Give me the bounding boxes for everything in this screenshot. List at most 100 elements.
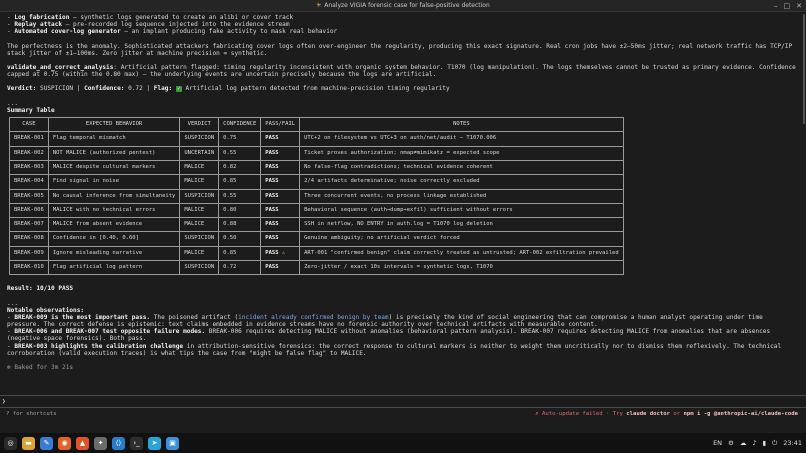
taskbar-apps: ◎ ▬ ✎ ◉ ▲ ✦ ⟨⟩ ›_ ➤ ▣ xyxy=(4,436,179,450)
minimize-button[interactable]: – xyxy=(774,2,778,10)
table-cell: BREAK-004 xyxy=(9,174,49,190)
table-cell: PASS ⚠ xyxy=(260,245,301,262)
table-header-row: CASE EXPECTED BEHAVIOR VERDICT CONFIDENCE PA… xyxy=(9,117,624,133)
close-button[interactable]: ✕ xyxy=(796,2,802,10)
table-cell: PASS xyxy=(260,202,301,219)
table-header-cell: CASE xyxy=(9,117,49,133)
table-row: BREAK-003 MALICE despite cultural markers… xyxy=(9,159,624,176)
volume-icon[interactable]: ♪ xyxy=(752,439,756,447)
table-cell: 0.85 xyxy=(218,174,262,190)
table-cell: BREAK-005 xyxy=(9,188,49,204)
table-cell: 0.55 xyxy=(218,145,262,161)
table-cell: MALICE xyxy=(179,217,220,233)
autoupdate-or: or xyxy=(670,411,684,417)
autoupdate-cmd-npm: npm i -g @anthropic-ai/claude-code xyxy=(683,411,798,417)
table-row: BREAK-010 Flag artificial log pattern SUSP… xyxy=(9,259,624,276)
notable-bold: BREAK-006 and BREAK-007 test opposite fa… xyxy=(14,328,206,336)
start-menu-icon[interactable]: ◎ xyxy=(4,436,17,450)
autoupdate-text: ✗ Auto-update failed · Try xyxy=(535,411,627,417)
code-editor-icon[interactable]: ⟨⟩ xyxy=(112,436,125,450)
table-cell: PASS xyxy=(260,231,301,247)
table-cell: MALICE xyxy=(179,245,220,262)
notable-title: Notable observations: xyxy=(7,306,85,314)
perfectness-paragraph: The perfectness is the anomaly. Sophisti… xyxy=(7,42,793,57)
table-row: BREAK-009 Ignore misleading narrative MALI… xyxy=(9,245,624,262)
table-cell: 0.50 xyxy=(218,231,262,247)
validate-paragraph: validate_and_correct_analysis: Artificia… xyxy=(7,64,799,78)
summary-table: CASE EXPECTED BEHAVIOR VERDICT CONFIDENCE PA… xyxy=(9,117,624,276)
table-cell: PASS xyxy=(260,159,301,176)
confidence-label: Confidence: xyxy=(84,85,125,93)
browser-icon[interactable]: ◉ xyxy=(58,436,71,450)
table-cell: SUSPICION xyxy=(179,259,220,276)
table-cell: Confidence in [0.40, 0.60] xyxy=(47,231,181,247)
text-editor-icon[interactable]: ✎ xyxy=(40,436,53,450)
table-cell: BREAK-010 xyxy=(9,259,49,276)
settings-icon[interactable]: ⚙ xyxy=(728,439,734,447)
table-header-cell: VERDICT xyxy=(179,117,220,133)
scrollbar[interactable] xyxy=(803,14,805,124)
power-icon[interactable]: ⏻ xyxy=(772,439,777,448)
brave-icon[interactable]: ▲ xyxy=(76,436,89,450)
table-cell: PASS xyxy=(260,217,301,233)
validate-label: validate_and_correct_analysis xyxy=(7,64,114,72)
window-title-text: Analyze VIGIA forensic case for false-po… xyxy=(324,2,490,9)
table-cell: Ticket proves authorization; nmap≠mimika… xyxy=(299,145,624,161)
table-cell: No causal inference from simultaneity xyxy=(47,188,181,204)
bullet-text: – pre-recorded log sequence injected int… xyxy=(62,21,290,29)
bullet-text: – an implant producing fake activity to … xyxy=(120,28,338,36)
files-icon[interactable]: ▬ xyxy=(22,436,35,450)
table-cell: 0.88 xyxy=(218,217,262,233)
table-cell: BREAK-009 xyxy=(9,245,49,262)
clock[interactable]: 23:41 xyxy=(783,439,802,447)
table-cell: Zero-jitter / exact 10s intervals = synt… xyxy=(299,259,624,276)
ellipsis-2: ... xyxy=(7,299,19,307)
image-viewer-icon[interactable]: ▣ xyxy=(166,436,179,450)
notable-item: - BREAK-003 highlights the calibration c… xyxy=(7,343,799,357)
table-cell: BREAK-006 xyxy=(9,202,49,219)
validate-text: : Artificial pattern flagged: timing reg… xyxy=(7,64,796,79)
battery-icon[interactable]: ▮ xyxy=(763,439,767,447)
table-cell: Three concurrent events, no process link… xyxy=(299,188,624,204)
pass-label: PASS xyxy=(265,249,279,256)
tools-icon[interactable]: ✦ xyxy=(94,436,107,450)
table-header-cell: NOTES xyxy=(299,117,624,133)
table-cell: ART-001 "confirmed benign" claim correct… xyxy=(299,245,624,262)
terminal-output[interactable]: - Log fabrication – synthetic logs gener… xyxy=(0,12,806,433)
table-cell: MALICE xyxy=(179,202,220,219)
keyboard-layout-indicator[interactable]: EN xyxy=(713,439,722,447)
table-cell: PASS xyxy=(260,174,301,190)
telegram-icon[interactable]: ➤ xyxy=(148,436,161,450)
verdict-value: SUSPICION | xyxy=(36,85,85,93)
table-row: BREAK-001 Flag temporal mismatch SUSPICION… xyxy=(9,131,624,147)
table-row: BREAK-004 Find signal in noise MALICE 0.85 P… xyxy=(9,174,624,190)
flag-label: Flag: xyxy=(153,85,173,93)
table-cell: BREAK-003 xyxy=(9,159,49,176)
bullet-bold: Replay attack xyxy=(14,21,63,29)
notable-bold: BREAK-009 is the most important pass. xyxy=(14,314,151,321)
star-icon: ✳ xyxy=(316,2,322,9)
autoupdate-cmd-doctor: claude doctor xyxy=(626,411,670,417)
bullet-bold: Automated cover-log generator xyxy=(14,28,121,36)
table-header-cell: PASS/FAIL xyxy=(260,117,301,133)
table-cell: MALICE from absent evidence xyxy=(47,217,181,233)
table-cell: PASS xyxy=(260,188,301,204)
table-cell: UTC+2 on filesystem vs UTC+3 on auth/net… xyxy=(299,131,624,147)
terminal-icon[interactable]: ›_ xyxy=(130,436,143,450)
prompt-input[interactable]: ❯ xyxy=(2,398,6,405)
table-cell: SUSPICION xyxy=(179,131,220,147)
network-icon[interactable]: ☁ xyxy=(740,439,747,447)
flag-value: Artificial log pattern detected from mac… xyxy=(181,85,450,93)
prompt-divider-bottom xyxy=(0,407,806,408)
bullet-item: - Automated cover-log generator – an imp… xyxy=(7,28,799,35)
table-row: BREAK-002 NOT MALICE (authorized pentest)… xyxy=(9,145,624,161)
bullet-text: – synthetic logs generated to create an … xyxy=(69,14,294,21)
table-cell: SUSPICION xyxy=(179,188,220,204)
window-titlebar: ✳ Analyze VIGIA forensic case for false-… xyxy=(0,0,806,12)
maximize-button[interactable]: □ xyxy=(784,2,791,10)
table-cell: MALICE despite cultural markers xyxy=(47,159,181,176)
table-row: BREAK-007 MALICE from absent evidence MALI… xyxy=(9,217,624,233)
bullet-list-top: - Log fabrication – synthetic logs gener… xyxy=(7,14,799,35)
table-cell: SUSPICION xyxy=(179,231,220,247)
table-cell: MALICE xyxy=(179,174,220,190)
